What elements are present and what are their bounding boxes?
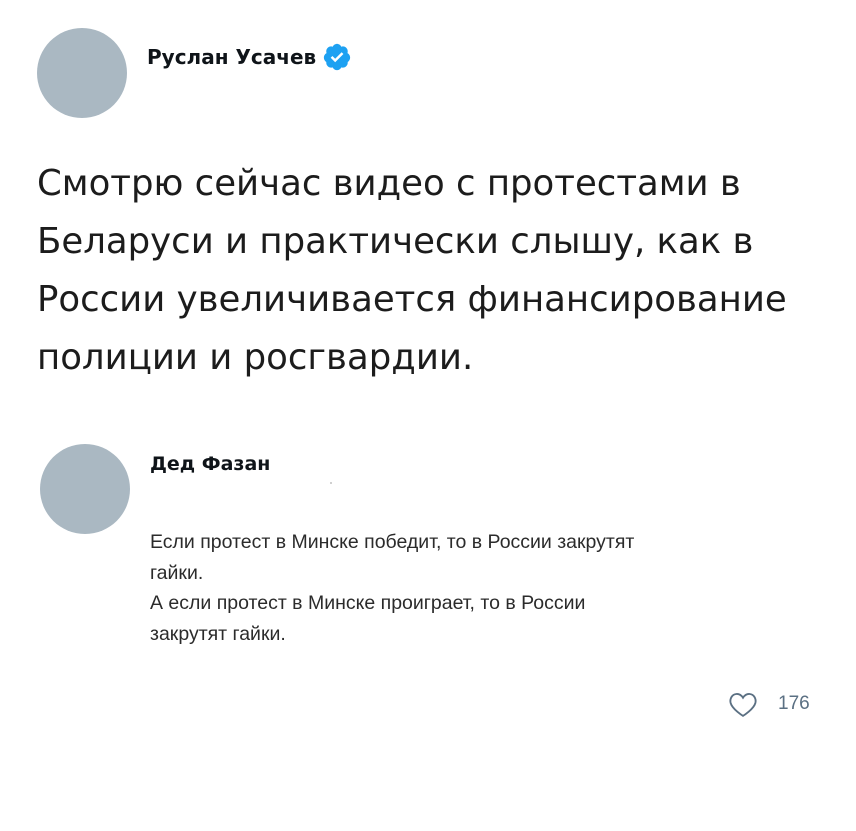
like-button[interactable]: 176 bbox=[728, 690, 810, 718]
reply-text-line: Если протест в Минске победит, то в Росс… bbox=[150, 531, 635, 553]
verified-badge-icon bbox=[322, 42, 352, 72]
heart-outline-icon[interactable] bbox=[728, 690, 758, 718]
reply-author-name[interactable]: Дед Фазан bbox=[150, 453, 270, 475]
reply-text-line: гайки. bbox=[150, 561, 204, 584]
reply-text-line: закрутят гайки. bbox=[150, 622, 286, 645]
tweet-text-line: полиции и росгвардии. bbox=[37, 337, 474, 378]
tweet-text-line: Смотрю сейчас видео с протестами в bbox=[37, 163, 741, 204]
tweet-text-line: Беларуси и практически слышу, как в bbox=[37, 221, 754, 262]
reply-author-avatar[interactable] bbox=[40, 444, 130, 534]
tweet-text-line: России увеличивается финансирование bbox=[37, 279, 787, 320]
like-count: 176 bbox=[778, 693, 810, 714]
main-author-avatar[interactable] bbox=[37, 28, 127, 118]
reply-text-line: А если протест в Минске проиграет, то в … bbox=[150, 592, 586, 614]
main-author-name[interactable]: Руслан Усачев bbox=[147, 45, 316, 69]
main-author-name-row[interactable]: Руслан Усачев bbox=[147, 42, 352, 72]
main-tweet-text: Смотрю сейчас видео с протестами в Белар… bbox=[37, 155, 837, 387]
reply-text: Если протест в Минске победит, то в Росс… bbox=[150, 527, 840, 649]
image-artifact bbox=[330, 482, 332, 484]
